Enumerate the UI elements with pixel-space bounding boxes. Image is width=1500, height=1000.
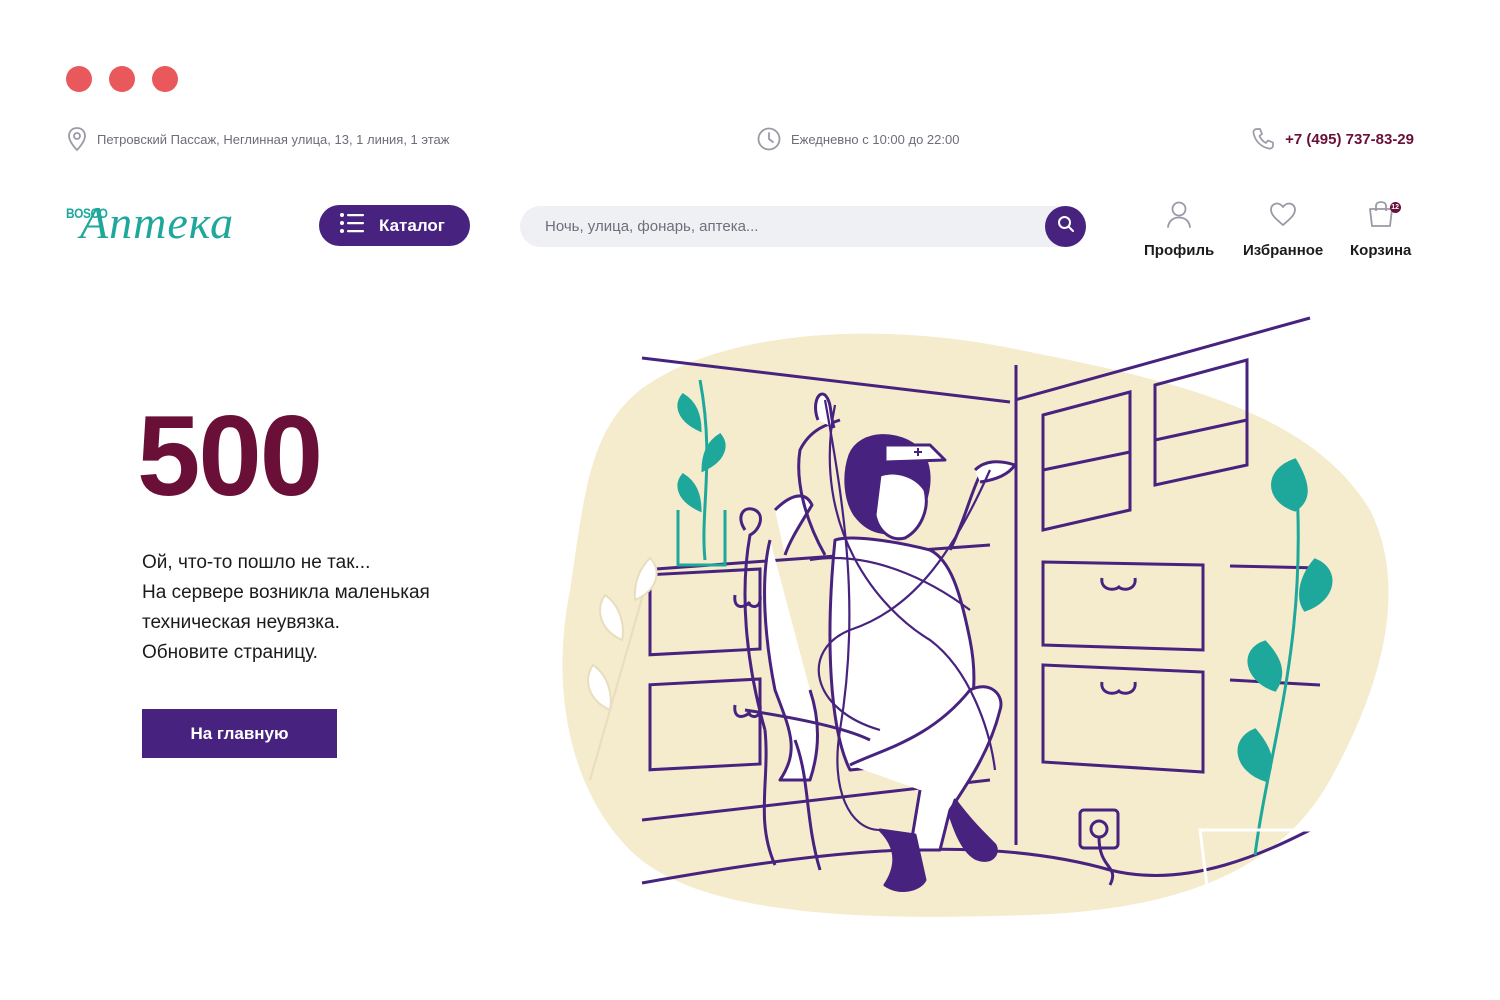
hours-text: Ежедневно с 10:00 до 22:00 xyxy=(791,131,960,147)
address-text: Петровский Пассаж, Неглинная улица, 13, … xyxy=(97,131,450,147)
site-logo[interactable]: BOSCO Аптека xyxy=(66,197,276,252)
search-button[interactable] xyxy=(1045,206,1086,247)
window-controls xyxy=(66,66,178,92)
location-pin-icon xyxy=(66,126,88,152)
error-message: Ой, что-то пошло не так... На сервере во… xyxy=(142,548,430,668)
cart-label: Корзина xyxy=(1350,242,1412,259)
store-address: Петровский Пассаж, Неглинная улица, 13, … xyxy=(66,126,450,152)
logo-apteka: Аптека xyxy=(80,197,235,248)
menu-list-icon xyxy=(339,212,365,239)
store-phone[interactable]: +7 (495) 737-83-29 xyxy=(1250,126,1414,152)
profile-link[interactable]: Профиль xyxy=(1144,196,1214,259)
favorites-label: Избранное xyxy=(1243,242,1324,259)
search-bar xyxy=(520,206,1086,247)
error-message-line: На сервере возникла маленькая xyxy=(142,582,430,603)
site-header: BOSCO Аптека Каталог Профиль Избран xyxy=(66,196,1416,266)
error-message-line: Обновите страницу. xyxy=(142,642,318,663)
error-illustration xyxy=(562,316,1389,917)
error-message-line: техническая неувязка. xyxy=(142,612,340,633)
search-input[interactable] xyxy=(520,206,1040,247)
error-message-line: Ой, что-то пошло не так... xyxy=(142,552,371,573)
heart-icon xyxy=(1268,200,1298,232)
store-hours: Ежедневно с 10:00 до 22:00 xyxy=(756,126,959,152)
cart-link[interactable]: 12 Корзина xyxy=(1350,196,1411,259)
search-icon xyxy=(1057,215,1075,238)
home-button[interactable]: На главную xyxy=(142,709,337,758)
cart-count-badge: 12 xyxy=(1389,202,1401,213)
catalog-button[interactable]: Каталог xyxy=(319,205,470,246)
window-dot-minimize[interactable] xyxy=(109,66,135,92)
profile-label: Профиль xyxy=(1144,242,1215,259)
favorites-link[interactable]: Избранное xyxy=(1243,196,1323,259)
window-dot-maximize[interactable] xyxy=(152,66,178,92)
phone-number[interactable]: +7 (495) 737-83-29 xyxy=(1285,131,1414,148)
error-code: 500 xyxy=(137,393,323,520)
phone-icon xyxy=(1250,126,1276,152)
user-icon xyxy=(1165,199,1193,233)
top-info-bar: Петровский Пассаж, Неглинная улица, 13, … xyxy=(66,126,1414,156)
catalog-label: Каталог xyxy=(379,215,445,235)
window-dot-close[interactable] xyxy=(66,66,92,92)
clock-icon xyxy=(756,126,782,152)
